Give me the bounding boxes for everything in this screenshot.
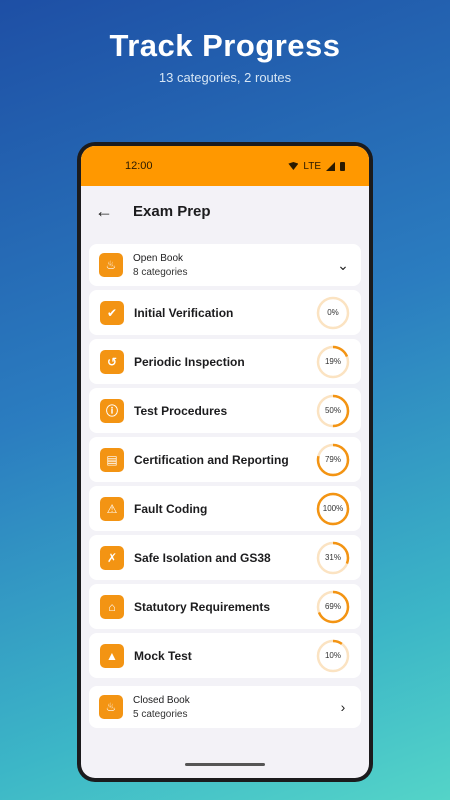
info-icon: ⓘ bbox=[100, 398, 124, 423]
category-row[interactable]: ⌂ Statutory Requirements 69% bbox=[89, 584, 361, 629]
group-subtitle: 5 categories bbox=[133, 708, 188, 720]
category-label: Fault Coding bbox=[134, 501, 208, 516]
category-row[interactable]: ▲ Mock Test 10% bbox=[89, 633, 361, 678]
group-text: Open Book 8 categories bbox=[133, 253, 335, 278]
group-subtitle: 8 categories bbox=[133, 266, 188, 278]
category-row[interactable]: ▤ Certification and Reporting 79% bbox=[89, 437, 361, 482]
category-row[interactable]: ↺ Periodic Inspection 19% bbox=[89, 339, 361, 384]
phone-frame: 12:00 LTE ← Exam Prep ♨ Open Book 8 cate… bbox=[77, 142, 373, 782]
flame-icon: ♨ bbox=[99, 253, 123, 277]
network-type: LTE bbox=[303, 160, 321, 172]
progress-value: 19% bbox=[324, 357, 341, 366]
warning-icon: ⚠ bbox=[100, 496, 124, 521]
category-row[interactable]: ⚠ Fault Coding 100% bbox=[89, 486, 361, 531]
promo-subtitle: 13 categories, 2 routes bbox=[158, 70, 292, 85]
progress-ring: 69% bbox=[316, 590, 350, 624]
category-label: Initial Verification bbox=[134, 305, 234, 320]
progress-value: 0% bbox=[327, 308, 339, 317]
category-label: Statutory Requirements bbox=[134, 599, 271, 614]
category-label: Mock Test bbox=[134, 648, 192, 663]
category-label: Periodic Inspection bbox=[134, 354, 245, 369]
category-rows: ✔ Initial Verification 0% ↺ Periodic Ins… bbox=[89, 290, 361, 678]
category-list: ♨ Open Book 8 categories ⌄ ✔ Initial Ver… bbox=[81, 236, 369, 728]
wifi-icon bbox=[288, 162, 299, 170]
progress-ring: 100% bbox=[316, 492, 350, 526]
battery-icon bbox=[340, 161, 345, 171]
document-icon: ▤ bbox=[100, 447, 124, 472]
bank-icon: ⌂ bbox=[100, 594, 124, 619]
chevron-right-icon[interactable]: › bbox=[335, 699, 351, 715]
progress-value: 31% bbox=[324, 553, 341, 562]
signal-icon bbox=[326, 161, 335, 171]
progress-ring: 0% bbox=[316, 296, 350, 330]
category-label: Test Procedures bbox=[134, 403, 228, 418]
progress-value: 100% bbox=[322, 504, 344, 513]
badge-check-icon: ✔ bbox=[100, 300, 124, 325]
promo-title: Track Progress bbox=[109, 28, 341, 63]
category-row[interactable]: ✔ Initial Verification 0% bbox=[89, 290, 361, 335]
group-title: Closed Book bbox=[133, 694, 190, 706]
group-title: Open Book bbox=[133, 252, 184, 264]
group-header-open-book[interactable]: ♨ Open Book 8 categories ⌄ bbox=[89, 244, 361, 286]
progress-ring: 79% bbox=[316, 443, 350, 477]
progress-ring: 50% bbox=[316, 394, 350, 428]
phone-screen: 12:00 LTE ← Exam Prep ♨ Open Book 8 cate… bbox=[81, 146, 369, 778]
home-indicator bbox=[185, 763, 265, 766]
graduation-cap-icon: ▲ bbox=[100, 643, 124, 668]
category-row[interactable]: ⓘ Test Procedures 50% bbox=[89, 388, 361, 433]
group-header-closed-book[interactable]: ♨ Closed Book 5 categories › bbox=[89, 686, 361, 728]
progress-value: 79% bbox=[324, 455, 341, 464]
progress-ring: 10% bbox=[316, 639, 350, 673]
history-icon: ↺ bbox=[100, 349, 124, 374]
progress-ring: 31% bbox=[316, 541, 350, 575]
isolation-icon: ✗ bbox=[100, 545, 124, 570]
status-icons: LTE bbox=[288, 161, 345, 172]
group-text: Closed Book 5 categories bbox=[133, 695, 335, 720]
category-label: Certification and Reporting bbox=[134, 452, 289, 467]
flame-icon: ♨ bbox=[99, 695, 123, 719]
app-bar: ← Exam Prep bbox=[81, 186, 369, 236]
progress-value: 10% bbox=[324, 651, 341, 660]
category-label: Safe Isolation and GS38 bbox=[134, 550, 271, 565]
chevron-down-icon[interactable]: ⌄ bbox=[335, 257, 351, 274]
progress-ring: 19% bbox=[316, 345, 350, 379]
back-arrow-icon[interactable]: ← bbox=[95, 201, 119, 222]
page-title: Exam Prep bbox=[133, 202, 211, 220]
status-bar: 12:00 LTE bbox=[81, 146, 369, 186]
category-row[interactable]: ✗ Safe Isolation and GS38 31% bbox=[89, 535, 361, 580]
status-time: 12:00 bbox=[125, 160, 153, 172]
progress-value: 69% bbox=[324, 602, 341, 611]
progress-value: 50% bbox=[324, 406, 341, 415]
